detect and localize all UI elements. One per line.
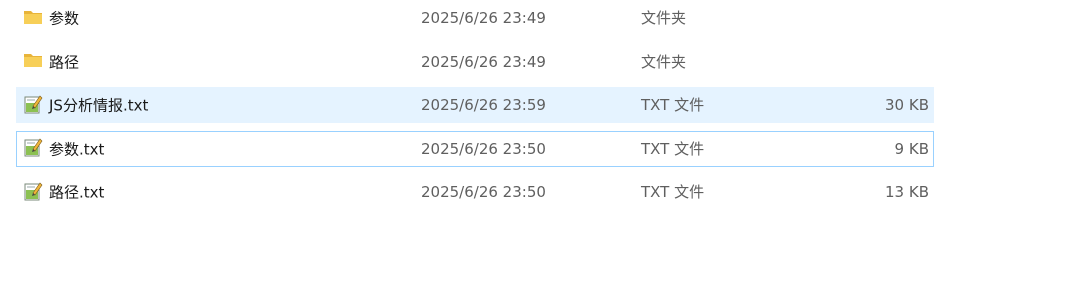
name-cell: 参数	[23, 1, 413, 35]
file-name: JS分析情报.txt	[49, 96, 149, 115]
date-modified: 2025/6/26 23:50	[421, 183, 546, 201]
date-modified: 2025/6/26 23:49	[421, 9, 546, 27]
file-list: 参数 2025/6/26 23:49 文件夹 路径 2025/6/26 23:4…	[16, 0, 934, 218]
file-row-paths-txt[interactable]: 路径.txt 2025/6/26 23:50 TXT 文件 13 KB	[16, 174, 934, 210]
text-file-icon	[24, 95, 43, 113]
file-row-folder-paths[interactable]: 路径 2025/6/26 23:49 文件夹	[16, 44, 934, 80]
file-size: 13 KB	[885, 183, 929, 201]
name-cell: 参数.txt	[23, 132, 413, 166]
file-name: 参数.txt	[49, 140, 105, 158]
folder-icon	[24, 54, 42, 67]
file-type: 文件夹	[641, 9, 687, 27]
file-row-js-analysis[interactable]: JS分析情报.txt 2025/6/26 23:59 TXT 文件 30 KB	[16, 87, 934, 123]
text-file-icon	[24, 182, 43, 200]
file-type: TXT 文件	[641, 96, 705, 114]
name-cell: 路径.txt	[23, 175, 413, 209]
date-modified: 2025/6/26 23:59	[421, 96, 546, 114]
file-name: 路径.txt	[49, 183, 105, 202]
file-row-params-txt[interactable]: 参数.txt 2025/6/26 23:50 TXT 文件 9 KB	[16, 130, 934, 167]
name-cell: JS分析情报.txt	[23, 88, 413, 122]
folder-icon	[24, 10, 42, 24]
date-modified: 2025/6/26 23:49	[421, 52, 546, 71]
file-row-folder-params[interactable]: 参数 2025/6/26 23:49 文件夹	[16, 0, 934, 36]
file-type: 文件夹	[641, 52, 687, 71]
file-size: 9 KB	[894, 139, 929, 158]
file-size: 30 KB	[885, 96, 929, 114]
file-type: TXT 文件	[641, 183, 705, 201]
file-name: 参数	[49, 9, 80, 28]
name-cell: 路径	[23, 45, 413, 79]
date-modified: 2025/6/26 23:50	[421, 139, 546, 158]
file-type: TXT 文件	[641, 139, 705, 158]
text-file-icon	[24, 138, 43, 157]
file-name: 路径	[49, 53, 80, 71]
